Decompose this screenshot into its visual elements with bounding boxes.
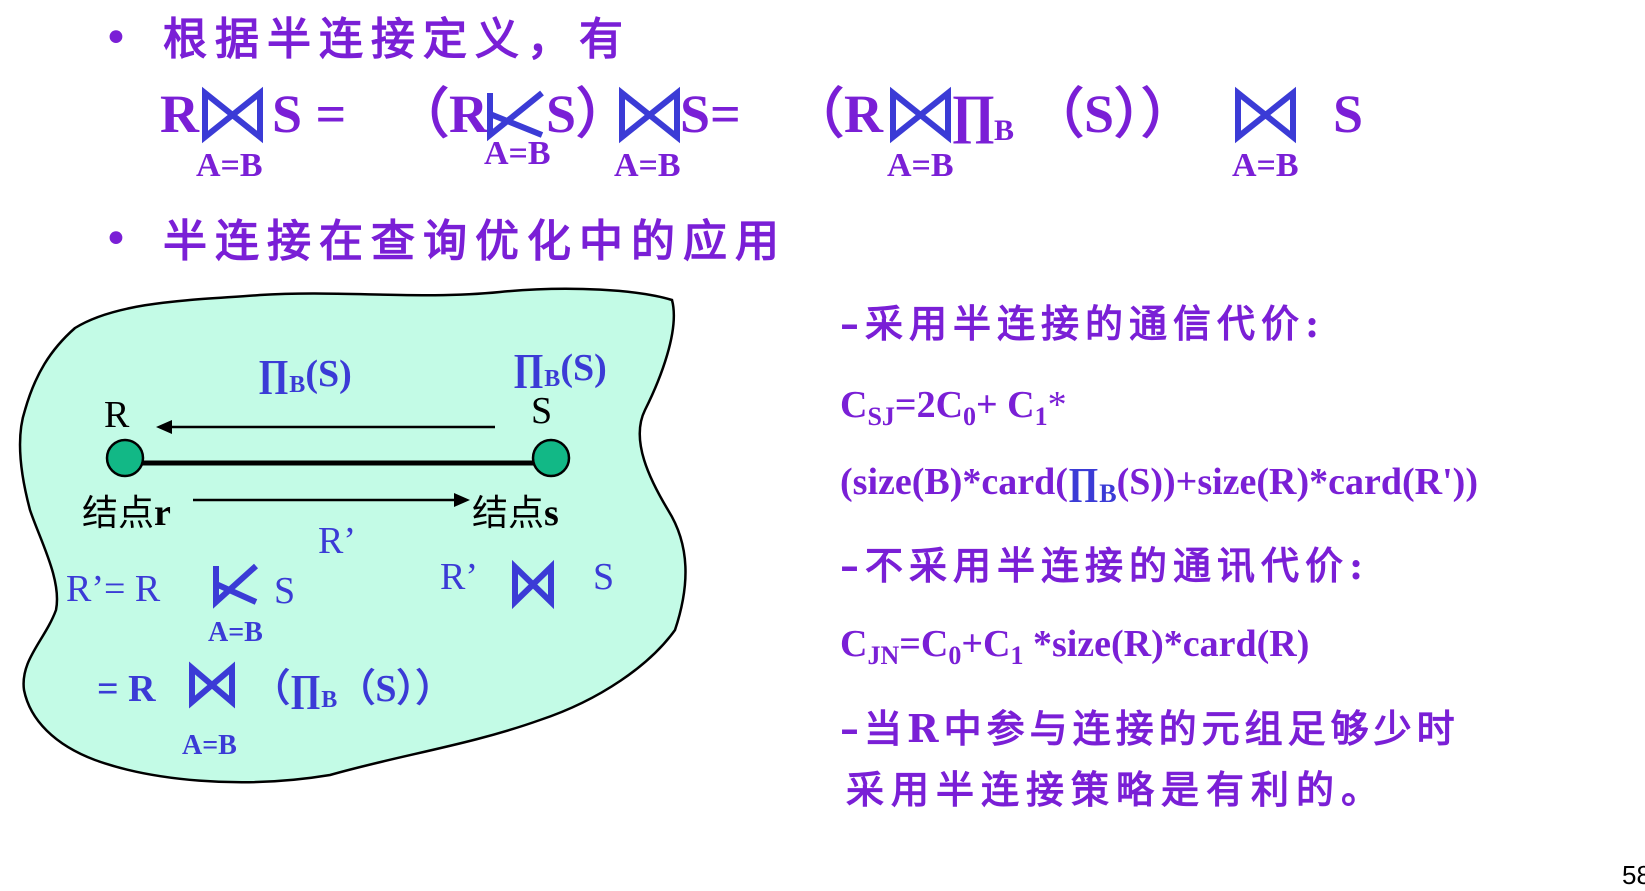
site-s-label: 结点s	[472, 492, 559, 535]
eq3-condition: A=B	[182, 730, 237, 761]
pi-rest: (S)	[305, 353, 352, 395]
eq3-pi-sub: B	[321, 687, 338, 713]
f3-sub0: 0	[948, 641, 962, 670]
pi-sub: B	[544, 366, 561, 392]
formula-open-r: （R	[395, 84, 488, 144]
formula-join-cost: CJN=C0+C1 *size(R)*card(R)	[840, 622, 1309, 678]
heading-no-semijoin-cost: –不采用半连接的通讯代价:	[840, 543, 1370, 588]
formula-s-eq: S =	[272, 84, 347, 144]
site-text: 结点	[82, 493, 155, 534]
f3-mid: =C	[899, 623, 949, 665]
eq3-projection: （∏B（S））	[252, 668, 453, 721]
join-condition-1: A=B	[196, 147, 263, 184]
formula-pi: ∏	[951, 84, 996, 144]
site-text: 结点	[472, 493, 545, 534]
formula-r: R	[160, 84, 199, 144]
join-condition-4: A=B	[887, 147, 954, 184]
pi-rest: (S)	[560, 347, 607, 389]
node-s-label: S	[531, 390, 553, 432]
eq2-right: S	[593, 556, 615, 598]
formula-pi-sub: B	[994, 114, 1015, 147]
heading-semijoin-cost: –采用半连接的通信代价:	[840, 301, 1326, 346]
pi-sub: B	[289, 372, 306, 398]
eq3-pi: （∏	[252, 668, 322, 710]
f2-sub: B	[1099, 479, 1117, 508]
formula-open-r-2: （R	[790, 84, 883, 144]
proj-label-site-s: ∏B(S)	[513, 347, 607, 400]
site-var: s	[544, 492, 559, 534]
eq1-right: S	[274, 570, 296, 612]
f1-sub0: 0	[963, 402, 977, 431]
site-var: r	[154, 492, 171, 534]
pi-symbol: ∏	[258, 353, 290, 395]
f1-c: C	[840, 384, 868, 426]
formula-s-eq-2: S=	[680, 84, 741, 144]
f3-sub-jn: JN	[867, 641, 900, 670]
f2-a: (size(B)*card(	[840, 461, 1068, 503]
eq1-left: R’= R	[66, 568, 161, 610]
conclusion-line-1: –当R中参与连接的元组足够少时	[840, 706, 1460, 751]
f1-sub1: 1	[1034, 402, 1048, 431]
f1-star: *	[1047, 384, 1067, 426]
f3-sub1: 1	[1010, 641, 1024, 670]
site-r-label: 结点r	[82, 492, 171, 535]
proj-label-arrow: ∏B(S)	[258, 353, 352, 406]
f3-c: C	[840, 623, 868, 665]
formula-semijoin-cost: CSJ=2C0+ C1*	[840, 383, 1067, 439]
f1-sub-sj: SJ	[867, 402, 895, 431]
heading-semijoin-application: 半连接在查询优化中的应用	[163, 216, 787, 267]
pi-symbol: ∏	[513, 347, 545, 389]
f3-rest: *size(R)*card(R)	[1023, 623, 1310, 665]
formula-s-paren: （S））	[1030, 84, 1196, 144]
f2-pi: ∏	[1067, 461, 1100, 503]
r-prime-transfer-label: R’	[318, 520, 356, 562]
heading-semijoin-definition: 根据半连接定义，有	[163, 14, 631, 65]
node-r-label: R	[104, 394, 130, 436]
join-condition-3: A=B	[614, 147, 681, 184]
bullet-1: •	[103, 13, 129, 64]
eq3-prefix: = R	[97, 668, 156, 710]
eq1-condition: A=B	[208, 617, 263, 648]
f1-plus: + C	[976, 384, 1035, 426]
formula-semijoin-cost-terms: (size(B)*card(∏B(S))+size(R)*card(R'))	[840, 460, 1478, 516]
join-condition-2: A=B	[484, 135, 551, 172]
f2-b: (S))+size(R)*card(R'))	[1116, 461, 1478, 503]
formula-s-final: S	[1333, 84, 1364, 144]
join-condition-5: A=B	[1232, 147, 1299, 184]
eq2-left: R’	[440, 556, 478, 598]
conclusion-line-2: 采用半连接策略是有利的。	[846, 767, 1387, 812]
f3-plus: +C	[961, 623, 1011, 665]
f1-mid: =2C	[894, 384, 964, 426]
formula-s-close: S）	[546, 84, 631, 144]
bullet-2: •	[103, 214, 129, 265]
eq3-rest: （S））	[337, 668, 454, 710]
page-number: 58	[1622, 860, 1645, 890]
